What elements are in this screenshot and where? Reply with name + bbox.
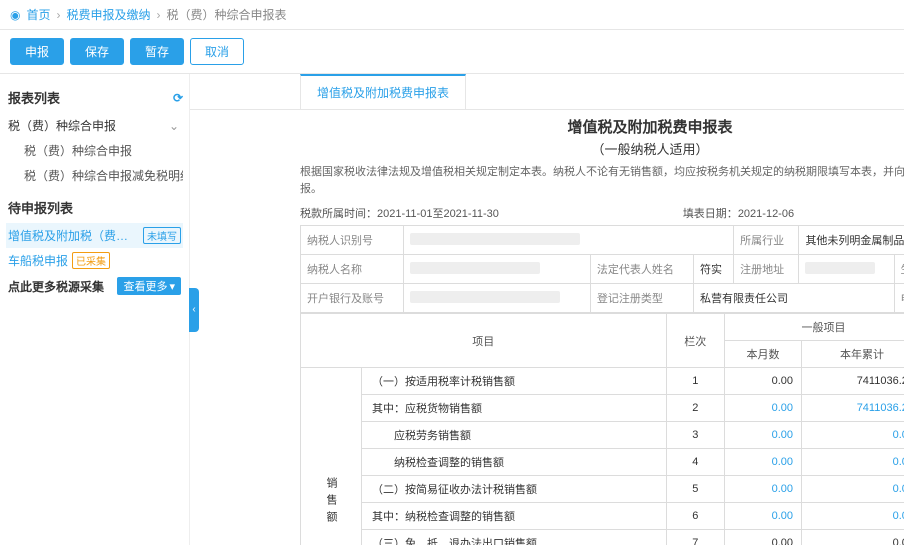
form-subtitle: （一般纳税人适用）: [300, 139, 904, 158]
th-ytd: 本年累计: [802, 341, 904, 368]
lbl-bank: 开户银行及账号: [301, 284, 404, 313]
cell-value[interactable]: 0.00: [725, 449, 802, 476]
cell-item: 纳税检查调整的销售额: [362, 449, 667, 476]
cell-item: （三）免、抵、退办法出口销售额: [362, 530, 667, 545]
lbl-regaddr: 注册地址: [734, 255, 799, 284]
val-name: [404, 255, 591, 284]
more-sources-title: 点此更多税源采集: [8, 278, 104, 295]
form-title: 增值税及附加税费申报表: [300, 116, 904, 137]
form-note: 根据国家税收法律法规及增值税相关规定制定本表。纳税人不论有无销售额，均应按税务机…: [300, 164, 904, 197]
lbl-legal: 法定代表人姓名: [590, 255, 693, 284]
cell-value[interactable]: 0.00: [802, 476, 904, 503]
cell-value[interactable]: 0.00: [802, 422, 904, 449]
tab-vat[interactable]: 增值税及附加税费申报表: [300, 74, 466, 109]
cell-col: 3: [666, 422, 725, 449]
declare-button[interactable]: 申报: [10, 38, 64, 65]
home-icon[interactable]: ◉: [10, 8, 20, 22]
pending-item-2-tag: 已采集: [72, 252, 110, 269]
cancel-button[interactable]: 取消: [190, 38, 244, 65]
th-col: 栏次: [666, 314, 725, 368]
cell-item: 其中：纳税检查调整的销售额: [362, 503, 667, 530]
stash-button[interactable]: 暂存: [130, 38, 184, 65]
fill-date-label: 填表日期：2021-12-06: [683, 205, 794, 221]
lbl-industry: 所属行业: [734, 226, 799, 255]
lbl-nsrsbh: 纳税人识别号: [301, 226, 404, 255]
cell-item: 应税劳务销售额: [362, 422, 667, 449]
cell-col: 1: [666, 368, 725, 395]
tree-child-1[interactable]: 税（费）种综合申报: [6, 138, 183, 163]
tree-root-label: 税（费）种综合申报: [8, 117, 116, 134]
th-general: 一般项目: [725, 314, 904, 341]
pending-title: 待申报列表: [8, 198, 73, 217]
crumb-l2: 税（费）种综合申报表: [167, 6, 287, 23]
row-group-sales: 销售额: [301, 368, 362, 545]
chevron-down-icon: ⌄: [169, 119, 179, 133]
lbl-regtype: 登记注册类型: [590, 284, 693, 313]
th-month: 本月数: [725, 341, 802, 368]
sidebar: 报表列表 ⟳ 税（费）种综合申报 ⌄ 税（费）种综合申报 税（费）种综合申报减免…: [0, 74, 190, 545]
table-row: 应税劳务销售额30.000.000.00: [301, 422, 904, 449]
pending-item-2[interactable]: 车船税申报 已采集: [6, 248, 183, 273]
tree-child-2[interactable]: 税（费）种综合申报减免税明细…: [6, 163, 183, 188]
pending-item-1-tag: 未填写: [143, 227, 181, 244]
data-table: 项目 栏次 一般项目 即征即 本月数 本年累计 本月数 销售额（一）按适用税率计…: [300, 313, 904, 545]
lbl-phone: 电话号码: [894, 284, 904, 313]
save-button[interactable]: 保存: [70, 38, 124, 65]
table-row: 纳税检查调整的销售额40.000.000.00: [301, 449, 904, 476]
th-item: 项目: [301, 314, 667, 368]
taxpayer-info-table: 纳税人识别号 所属行业 其他未列明金属制品制造 纳税人名称 法定代表人姓名 符实…: [300, 225, 904, 313]
cell-col: 7: [666, 530, 725, 545]
cell-value[interactable]: 0.00: [725, 503, 802, 530]
val-bank: [404, 284, 591, 313]
chevron-right-icon: ›: [157, 8, 161, 22]
refresh-icon[interactable]: ⟳: [173, 91, 183, 105]
toolbar: 申报 保存 暂存 取消: [0, 30, 904, 74]
lbl-name: 纳税人名称: [301, 255, 404, 284]
table-row: （二）按简易征收办法计税销售额50.000.000.00: [301, 476, 904, 503]
table-row: 销售额（一）按适用税率计税销售额10.007411036.200.00: [301, 368, 904, 395]
cell-value: 0.00: [802, 530, 904, 545]
cell-col: 5: [666, 476, 725, 503]
lbl-bizaddr: 生产经营地址: [894, 255, 904, 284]
cell-value: 0.00: [725, 530, 802, 545]
cell-item: 其中：应税货物销售额: [362, 395, 667, 422]
cell-col: 2: [666, 395, 725, 422]
cell-item: （一）按适用税率计税销售额: [362, 368, 667, 395]
table-row: 其中：纳税检查调整的销售额60.000.000.00: [301, 503, 904, 530]
val-regaddr: [799, 255, 894, 284]
tab-bar: 增值税及附加税费申报表: [190, 74, 904, 110]
cell-col: 4: [666, 449, 725, 476]
chevron-right-icon: ›: [57, 8, 61, 22]
crumb-home[interactable]: 首页: [26, 6, 50, 23]
cell-value: 7411036.20: [802, 368, 904, 395]
cell-value[interactable]: 0.00: [725, 476, 802, 503]
pending-item-1-label: 增值税及附加税（费）申报（一般…: [8, 227, 139, 244]
val-industry: 其他未列明金属制品制造: [799, 226, 904, 255]
table-row: 其中：应税货物销售额20.007411036.200.00: [301, 395, 904, 422]
cell-item: （二）按简易征收办法计税销售额: [362, 476, 667, 503]
val-legal: 符实: [694, 255, 734, 284]
cell-value[interactable]: 7411036.20: [802, 395, 904, 422]
sidebar-collapse-handle[interactable]: ‹: [189, 288, 199, 332]
breadcrumb: ◉ 首页 › 税费申报及缴纳 › 税（费）种综合申报表: [0, 0, 904, 30]
cell-value: 0.00: [725, 368, 802, 395]
report-list-title: 报表列表: [8, 88, 60, 107]
val-regtype: 私营有限责任公司: [694, 284, 895, 313]
cell-value[interactable]: 0.00: [802, 449, 904, 476]
cell-value[interactable]: 0.00: [725, 422, 802, 449]
cell-value[interactable]: 0.00: [802, 503, 904, 530]
period-label: 税款所属时间：2021-11-01至2021-11-30: [300, 205, 499, 221]
pending-item-1[interactable]: 增值税及附加税（费）申报（一般… 未填写: [6, 223, 183, 248]
val-nsrsbh: [404, 226, 734, 255]
cell-col: 6: [666, 503, 725, 530]
chevron-down-icon: ▾: [169, 280, 175, 293]
tree-root[interactable]: 税（费）种综合申报 ⌄: [6, 113, 183, 138]
content-area: 增值税及附加税费申报表 增值税及附加税费申报表 （一般纳税人适用） 根据国家税收…: [190, 74, 904, 545]
pending-item-2-label: 车船税申报: [8, 252, 68, 269]
crumb-l1[interactable]: 税费申报及缴纳: [67, 6, 151, 23]
table-row: （三）免、抵、退办法出口销售额70.000.00--: [301, 530, 904, 545]
cell-value[interactable]: 0.00: [725, 395, 802, 422]
see-more-button[interactable]: 查看更多▾: [117, 277, 181, 295]
